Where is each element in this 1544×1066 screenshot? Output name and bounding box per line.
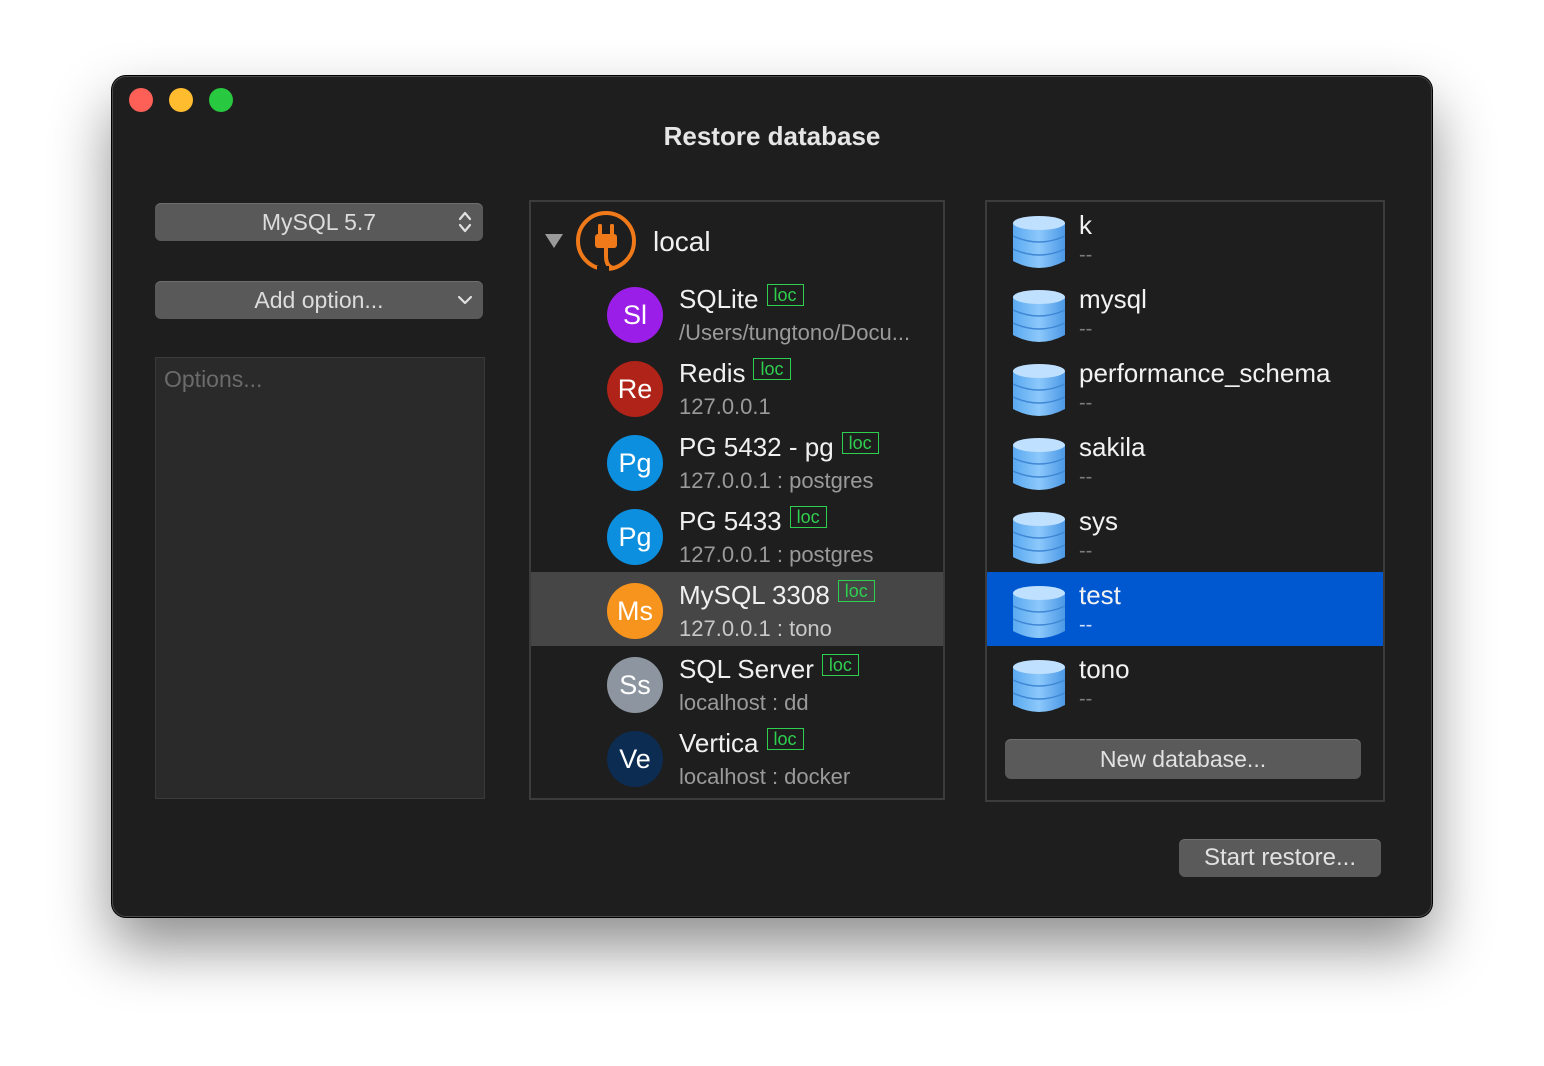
postgres-avatar: Pg [607, 435, 663, 491]
connections-list: local Sl SQLite loc /Users/tungtono/Docu.… [529, 200, 945, 800]
loc-badge: loc [766, 283, 804, 306]
redis-avatar: Re [607, 361, 663, 417]
connection-name: MySQL 3308 [679, 580, 830, 610]
loc-badge: loc [789, 505, 827, 528]
connection-name: Vertica [679, 728, 759, 758]
options-text-area[interactable]: Options... [155, 357, 485, 799]
connection-detail: /Users/tungtono/Docu... [679, 320, 911, 345]
connection-item-sqlite[interactable]: Sl SQLite loc /Users/tungtono/Docu... [531, 276, 943, 350]
database-name: test [1079, 580, 1121, 610]
connection-item-redis[interactable]: Re Redis loc 127.0.0.1 [531, 350, 943, 424]
database-name: tono [1079, 654, 1130, 684]
connection-name: SQL Server [679, 654, 814, 684]
up-down-chevron-icon [457, 203, 473, 241]
connection-name-row: Vertica loc [679, 727, 804, 759]
loc-badge: loc [837, 579, 875, 602]
connection-name-row: SQLite loc [679, 283, 804, 315]
database-name: sys [1079, 506, 1118, 536]
database-name: performance_schema [1079, 358, 1331, 388]
connection-name: Redis [679, 358, 746, 388]
database-name: sakila [1079, 432, 1146, 462]
database-version-select[interactable]: MySQL 5.7 [155, 203, 483, 241]
sql-server-avatar: Ss [607, 657, 663, 713]
connection-name-row: Redis loc [679, 357, 791, 389]
database-item-tono[interactable]: tono -- [987, 646, 1383, 720]
database-item-test[interactable]: test -- [987, 572, 1383, 646]
connection-detail: localhost : dd [679, 690, 809, 715]
loc-badge: loc [753, 357, 791, 380]
database-item-sakila[interactable]: sakila -- [987, 424, 1383, 498]
connection-detail: localhost : docker [679, 764, 851, 789]
window-title: Restore database [663, 121, 881, 151]
chevron-down-icon [457, 281, 473, 319]
database-name: k [1079, 210, 1092, 240]
database-detail: -- [1079, 688, 1093, 710]
connection-name-row: SQL Server loc [679, 653, 859, 685]
zoom-window-button[interactable] [209, 88, 233, 112]
database-detail: -- [1079, 466, 1093, 488]
connection-group-local[interactable]: local [531, 206, 943, 272]
database-icon [1011, 585, 1067, 639]
database-item-performance-schema[interactable]: performance_schema -- [987, 350, 1383, 424]
database-icon [1011, 363, 1067, 417]
close-window-button[interactable] [129, 88, 153, 112]
add-option-dropdown[interactable]: Add option... [155, 281, 483, 319]
connection-item-sql-server[interactable]: Ss SQL Server loc localhost : dd [531, 646, 943, 720]
databases-list: k -- mysql -- performance_schema -- saki… [985, 200, 1385, 802]
database-icon [1011, 215, 1067, 269]
database-name: mysql [1079, 284, 1147, 314]
database-detail: -- [1079, 392, 1093, 414]
minimize-window-button[interactable] [169, 88, 193, 112]
connection-name-row: PG 5433 loc [679, 505, 827, 537]
connection-detail: 127.0.0.1 : tono [679, 616, 832, 641]
database-item-sys[interactable]: sys -- [987, 498, 1383, 572]
connection-item-pg-5432[interactable]: Pg PG 5432 - pg loc 127.0.0.1 : postgres [531, 424, 943, 498]
database-icon [1011, 511, 1067, 565]
connection-name: SQLite [679, 284, 759, 314]
mysql-avatar: Ms [607, 583, 663, 639]
options-placeholder: Options... [164, 366, 263, 392]
connection-detail: 127.0.0.1 : postgres [679, 542, 874, 567]
connection-item-pg-5433[interactable]: Pg PG 5433 loc 127.0.0.1 : postgres [531, 498, 943, 572]
connection-name-row: MySQL 3308 loc [679, 579, 875, 611]
sqlite-avatar: Sl [607, 287, 663, 343]
database-detail: -- [1079, 318, 1093, 340]
restore-database-window: Restore database MySQL 5.7 Add option...… [112, 76, 1432, 917]
database-detail: -- [1079, 244, 1093, 266]
connection-name: PG 5433 [679, 506, 782, 536]
vertica-avatar: Ve [607, 731, 663, 787]
database-icon [1011, 289, 1067, 343]
database-item-mysql[interactable]: mysql -- [987, 276, 1383, 350]
loc-badge: loc [821, 653, 859, 676]
new-database-button[interactable]: New database... [1005, 739, 1361, 779]
database-icon [1011, 659, 1067, 713]
database-version-label: MySQL 5.7 [261, 209, 377, 235]
loc-badge: loc [766, 727, 804, 750]
database-detail: -- [1079, 614, 1093, 636]
add-option-label: Add option... [254, 287, 384, 313]
start-restore-button[interactable]: Start restore... [1179, 839, 1381, 877]
connection-name: PG 5432 - pg [679, 432, 834, 462]
connection-detail: 127.0.0.1 : postgres [679, 468, 874, 493]
group-label: local [653, 226, 711, 257]
connection-item-vertica[interactable]: Ve Vertica loc localhost : docker [531, 720, 943, 794]
disclosure-triangle-icon[interactable] [545, 234, 563, 248]
plug-icon [575, 210, 637, 272]
loc-badge: loc [841, 431, 879, 454]
postgres-avatar: Pg [607, 509, 663, 565]
connection-detail: 127.0.0.1 [679, 394, 771, 419]
database-item-k[interactable]: k -- [987, 202, 1383, 276]
connection-item-mysql-3308[interactable]: Ms MySQL 3308 loc 127.0.0.1 : tono [531, 572, 943, 646]
database-icon [1011, 437, 1067, 491]
database-detail: -- [1079, 540, 1093, 562]
connection-name-row: PG 5432 - pg loc [679, 431, 879, 463]
